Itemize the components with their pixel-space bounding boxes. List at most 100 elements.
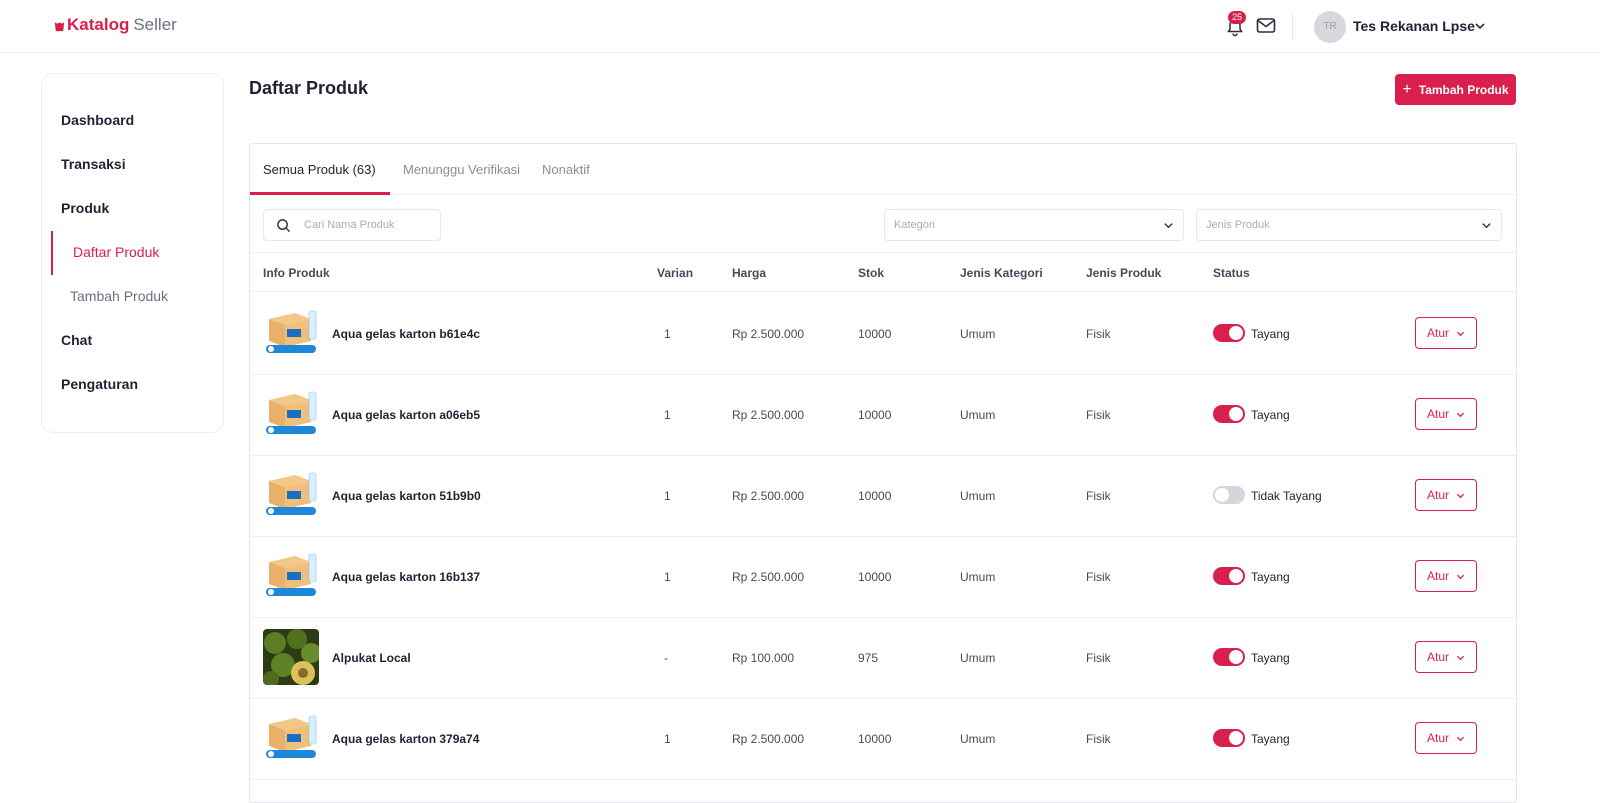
table-row: Aqua gelas karton b61e4c 1 Rp 2.500.000 100… xyxy=(250,292,1516,375)
tab-menunggu-verifikasi[interactable]: Menunggu Verifikasi xyxy=(403,162,520,177)
product-thumbnail[interactable] xyxy=(263,305,319,361)
status-label: Tayang xyxy=(1251,732,1290,746)
active-tab-indicator xyxy=(250,192,390,195)
toggle-knob xyxy=(1215,488,1229,502)
status-toggle[interactable] xyxy=(1213,567,1245,585)
atur-button[interactable]: Atur xyxy=(1415,317,1477,349)
product-harga: Rp 2.500.000 xyxy=(732,408,805,422)
product-image xyxy=(263,710,319,766)
product-name[interactable]: Aqua gelas karton 51b9b0 xyxy=(332,489,481,503)
plus-icon: + xyxy=(1402,80,1412,98)
atur-button[interactable]: Atur xyxy=(1415,641,1477,673)
product-table-card: Semua Produk (63) Menunggu Verifikasi No… xyxy=(249,143,1517,803)
product-thumbnail[interactable] xyxy=(263,548,319,604)
table-row: Aqua gelas karton 379a74 1 Rp 2.500.000 100… xyxy=(250,697,1516,780)
product-harga: Rp 2.500.000 xyxy=(732,489,805,503)
status-label: Tayang xyxy=(1251,327,1290,341)
logo[interactable]: Katalog Seller xyxy=(53,15,177,35)
status-toggle[interactable] xyxy=(1213,324,1245,342)
toggle-knob xyxy=(1229,569,1243,583)
sidebar-item-dashboard[interactable]: Dashboard xyxy=(61,112,134,128)
product-thumbnail[interactable] xyxy=(263,386,319,442)
product-jenis-kategori: Umum xyxy=(960,570,996,584)
product-name[interactable]: Aqua gelas karton 379a74 xyxy=(332,732,479,746)
product-name[interactable]: Aqua gelas karton 16b137 xyxy=(332,570,480,584)
chevron-down-icon xyxy=(1456,574,1465,579)
tab-nonaktif[interactable]: Nonaktif xyxy=(542,162,590,177)
search-input[interactable]: Cari Nama Produk xyxy=(263,209,441,241)
atur-button[interactable]: Atur xyxy=(1415,560,1477,592)
sidebar: Dashboard Transaksi Produk Daftar Produk… xyxy=(41,73,224,433)
chevron-down-icon xyxy=(1456,331,1465,336)
atur-button[interactable]: Atur xyxy=(1415,722,1477,754)
product-stok: 10000 xyxy=(858,327,892,341)
sidebar-item-chat[interactable]: Chat xyxy=(61,332,92,348)
product-jenis-kategori: Umum xyxy=(960,408,996,422)
product-image xyxy=(263,305,319,361)
product-varian: 1 xyxy=(664,570,671,584)
status-toggle[interactable] xyxy=(1213,648,1245,666)
product-stok: 10000 xyxy=(858,570,892,584)
brand-name: Katalog xyxy=(67,15,130,34)
status-label: Tayang xyxy=(1251,651,1290,665)
jenis-produk-select[interactable]: Jenis Produk xyxy=(1196,209,1502,241)
sidebar-item-daftar-produk[interactable]: Daftar Produk xyxy=(73,244,159,260)
toggle-knob xyxy=(1229,650,1243,664)
product-name[interactable]: Aqua gelas karton a06eb5 xyxy=(332,408,480,422)
sidebar-item-transaksi[interactable]: Transaksi xyxy=(61,156,126,172)
notification-badge: 25 xyxy=(1228,11,1246,24)
mail-icon[interactable] xyxy=(1256,17,1276,35)
product-stok: 10000 xyxy=(858,408,892,422)
table-header: Info Produk Varian Harga Stok Jenis Kate… xyxy=(250,252,1516,292)
column-header-status: Status xyxy=(1213,266,1250,280)
product-jenis-kategori: Umum xyxy=(960,732,996,746)
atur-button[interactable]: Atur xyxy=(1415,398,1477,430)
product-harga: Rp 2.500.000 xyxy=(732,732,805,746)
toggle-knob xyxy=(1229,731,1243,745)
product-stok: 975 xyxy=(858,651,879,665)
status-label: Tidak Tayang xyxy=(1251,489,1322,503)
add-product-button[interactable]: + Tambah Produk xyxy=(1395,74,1516,105)
page-title: Daftar Produk xyxy=(249,78,369,98)
status-toggle[interactable] xyxy=(1213,729,1245,747)
product-image xyxy=(263,548,319,604)
tab-semua-produk[interactable]: Semua Produk (63) xyxy=(263,162,376,177)
product-name[interactable]: Alpukat Local xyxy=(332,651,411,665)
product-jenis-kategori: Umum xyxy=(960,327,996,341)
header-divider xyxy=(1292,14,1293,40)
sidebar-item-produk[interactable]: Produk xyxy=(61,200,109,216)
column-header-info-produk: Info Produk xyxy=(263,266,330,280)
product-image xyxy=(263,629,319,685)
atur-button[interactable]: Atur xyxy=(1415,479,1477,511)
kategori-select[interactable]: Kategori xyxy=(884,209,1184,241)
status-toggle[interactable] xyxy=(1213,486,1245,504)
product-thumbnail[interactable] xyxy=(263,467,319,523)
chevron-down-icon[interactable] xyxy=(1474,20,1486,32)
product-harga: Rp 100.000 xyxy=(732,651,795,665)
product-varian: 1 xyxy=(664,327,671,341)
product-thumbnail[interactable] xyxy=(263,629,319,685)
toggle-knob xyxy=(1229,407,1243,421)
column-header-stok: Stok xyxy=(858,266,885,280)
product-varian: 1 xyxy=(664,408,671,422)
product-name[interactable]: Aqua gelas karton b61e4c xyxy=(332,327,480,341)
kategori-placeholder: Kategori xyxy=(894,219,935,231)
avatar[interactable]: TR xyxy=(1314,11,1346,43)
chevron-down-icon xyxy=(1456,493,1465,498)
product-jenis-kategori: Umum xyxy=(960,489,996,503)
status-label: Tayang xyxy=(1251,570,1290,584)
sidebar-item-tambah-produk[interactable]: Tambah Produk xyxy=(70,288,168,304)
atur-label: Atur xyxy=(1426,407,1449,421)
status-toggle[interactable] xyxy=(1213,405,1245,423)
user-name[interactable]: Tes Rekanan Lpse xyxy=(1353,18,1475,34)
search-icon xyxy=(277,219,291,233)
product-harga: Rp 2.500.000 xyxy=(732,327,805,341)
table-row: Aqua gelas karton 16b137 1 Rp 2.500.000 100… xyxy=(250,535,1516,618)
product-thumbnail[interactable] xyxy=(263,710,319,766)
product-jenis-produk: Fisik xyxy=(1086,732,1111,746)
column-header-harga: Harga xyxy=(732,266,767,280)
sidebar-item-pengaturan[interactable]: Pengaturan xyxy=(61,376,138,392)
atur-label: Atur xyxy=(1426,569,1449,583)
product-image xyxy=(263,386,319,442)
atur-label: Atur xyxy=(1426,731,1449,745)
